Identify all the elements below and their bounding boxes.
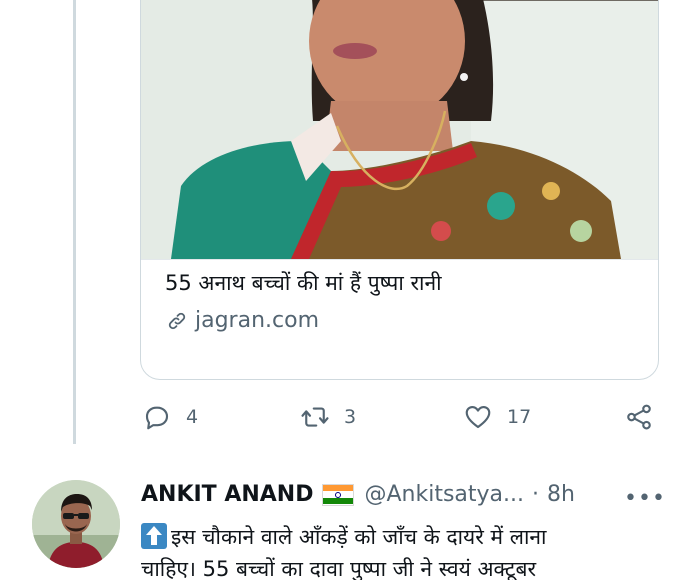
retweet-icon <box>301 407 329 427</box>
avatar[interactable] <box>32 480 120 568</box>
article-photo <box>141 0 658 259</box>
more-options-icon[interactable]: ••• <box>624 486 666 511</box>
separator-dot: · <box>532 482 540 507</box>
tweet-timestamp[interactable]: 8h <box>547 482 575 507</box>
reply-tweet-text: इस चौकाने वाले आँकड़ें को जाँच के दायरे … <box>141 521 661 580</box>
link-card-title[interactable]: 55 अनाथ बच्चों की मां हैं पुष्पा रानी <box>165 269 442 297</box>
indian-flag-icon <box>322 483 355 506</box>
like-count: 17 <box>507 406 532 428</box>
reply-count: 4 <box>186 406 199 428</box>
reply-tweet-header: ANKIT ANAND @Ankitsatya... · 8h <box>141 482 575 507</box>
author-name[interactable]: ANKIT ANAND <box>141 482 313 507</box>
link-icon <box>168 312 186 329</box>
tweet-action-bar: 4 3 17 <box>0 402 689 442</box>
share-icon <box>627 404 651 430</box>
link-card-domain-row[interactable]: jagran.com <box>165 308 319 333</box>
like-button[interactable]: 17 <box>463 402 531 432</box>
link-card-domain: jagran.com <box>195 308 320 333</box>
link-preview-card[interactable]: 55 अनाथ बच्चों की मां हैं पुष्पा रानी ja… <box>140 0 659 380</box>
tweet-text-line-2: चाहिए। 55 बच्चों का दावा पुष्पा जी ने स्… <box>141 557 537 580</box>
link-preview-image[interactable] <box>141 0 658 259</box>
retweet-count: 3 <box>344 406 357 428</box>
card-divider <box>141 259 658 260</box>
reply-icon <box>145 406 169 430</box>
author-handle[interactable]: @Ankitsatya... <box>364 482 524 507</box>
avatar-photo <box>32 480 120 568</box>
tweet-text-line-1: इस चौकाने वाले आँकड़ें को जाँच के दायरे … <box>141 521 661 553</box>
retweet-button[interactable]: 3 <box>300 402 356 432</box>
thread-connector-line <box>73 0 76 444</box>
reply-button[interactable]: 4 <box>142 402 198 432</box>
heart-icon <box>465 405 491 429</box>
share-button[interactable] <box>624 402 654 432</box>
up-arrow-icon <box>141 523 167 549</box>
